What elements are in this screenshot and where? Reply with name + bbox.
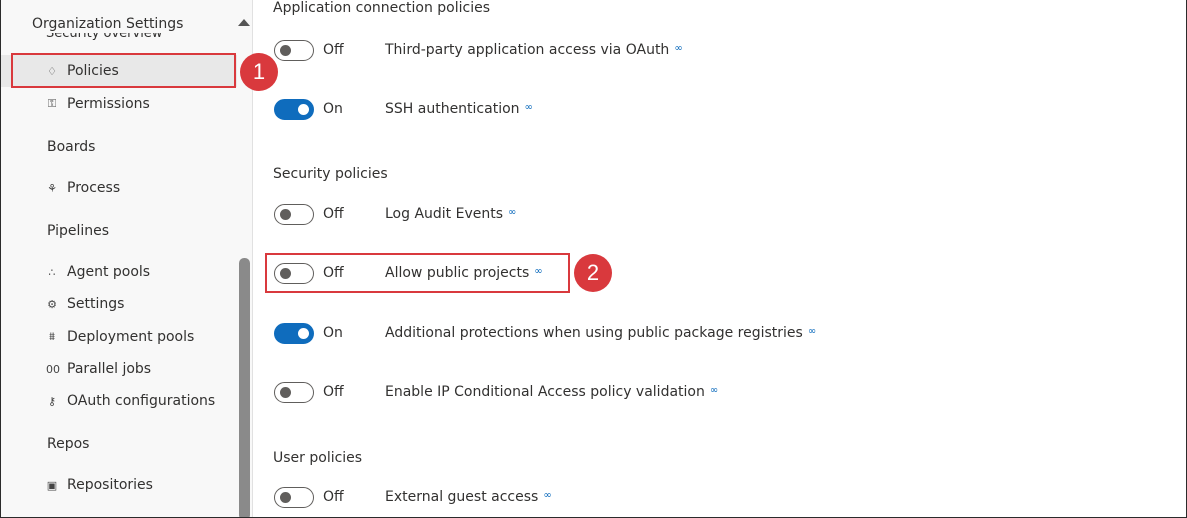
agent-pools-icon: ∴	[48, 265, 56, 279]
policy-label: External guest access	[385, 489, 539, 505]
toggle-state: On	[323, 101, 343, 117]
toggle-state: Off	[323, 206, 344, 222]
toggle-knob	[280, 44, 291, 56]
sidebar-item-process[interactable]: ⚘ Process	[1, 172, 237, 204]
sidebar-title: Organization Settings	[32, 16, 184, 32]
link-icon[interactable]: ∞	[543, 490, 551, 501]
section-repos: Repos	[47, 436, 90, 452]
toggle-state: Off	[323, 384, 344, 400]
sidebar-item-security-overview[interactable]: Security overview	[46, 33, 196, 47]
section-user-policies: User policies	[273, 450, 363, 466]
toggle-knob	[280, 208, 291, 220]
sidebar-item-oauth-configurations[interactable]: ⚷ OAuth configurations	[1, 385, 237, 417]
callout-badge-1: 1	[240, 53, 278, 91]
callout-badge-2: 2	[574, 254, 612, 292]
policy-row-public-package-registries: On Additional protections when using pub…	[274, 321, 874, 345]
sidebar-item-settings[interactable]: ⚙ Settings	[1, 288, 237, 320]
sidebar-item-label: Agent pools	[67, 264, 151, 280]
sidebar-item-parallel-jobs[interactable]: 00 Parallel jobs	[1, 353, 237, 385]
toggle-knob	[298, 103, 309, 115]
sidebar-item-label: Deployment pools	[67, 329, 195, 345]
section-security-policies: Security policies	[273, 166, 388, 182]
process-icon: ⚘	[47, 181, 57, 195]
toggle-ssh-authentication[interactable]	[274, 98, 314, 120]
toggle-third-party-oauth[interactable]	[274, 39, 314, 61]
toggle-log-audit-events[interactable]	[274, 203, 314, 225]
toggle-knob	[280, 386, 291, 398]
policy-label: Additional protections when using public…	[385, 325, 803, 341]
sidebar-scrollbar[interactable]	[239, 258, 250, 517]
link-icon[interactable]: ∞	[710, 385, 718, 396]
collapse-arrow-icon[interactable]	[238, 19, 250, 26]
toggle-knob	[298, 327, 309, 339]
toggle-knob	[280, 491, 291, 503]
key-icon: ⚷	[47, 394, 57, 408]
sidebar-item-label: Process	[67, 180, 121, 196]
toggle-state: Off	[323, 42, 344, 58]
toggle-state: Off	[323, 489, 344, 505]
sidebar-item-label: Parallel jobs	[67, 361, 152, 377]
link-icon[interactable]: ∞	[674, 43, 682, 54]
lock-icon: ⚿	[47, 97, 57, 110]
callout-box-policies	[11, 53, 236, 88]
parallel-jobs-icon: 00	[46, 362, 60, 376]
deployment-pools-icon: ⩩	[49, 330, 55, 343]
toggle-state: On	[323, 325, 343, 341]
toggle-external-guest-access[interactable]	[274, 486, 314, 508]
policy-row-ssh-authentication: On SSH authentication ∞	[274, 97, 874, 121]
policy-row-external-guest-access: Off External guest access ∞	[274, 485, 874, 509]
sidebar-item-deployment-pools[interactable]: ⩩ Deployment pools	[1, 321, 237, 353]
toggle-ip-conditional-access[interactable]	[274, 381, 314, 403]
policy-row-log-audit-events: Off Log Audit Events ∞	[274, 202, 874, 226]
policy-label: Enable IP Conditional Access policy vali…	[385, 384, 705, 400]
sidebar-item-label: OAuth configurations	[67, 393, 216, 409]
sidebar-item-permissions[interactable]: ⚿ Permissions	[1, 88, 237, 120]
sidebar-item-repositories[interactable]: ▣ Repositories	[1, 469, 237, 501]
section-pipelines: Pipelines	[47, 223, 110, 239]
link-icon[interactable]: ∞	[508, 207, 516, 218]
section-boards: Boards	[47, 139, 96, 155]
gear-icon: ⚙	[47, 297, 57, 311]
policy-label: Third-party application access via OAuth	[385, 42, 670, 58]
sidebar-item-label: Repositories	[67, 477, 153, 493]
sidebar-item-label: Permissions	[67, 96, 150, 112]
link-icon[interactable]: ∞	[808, 326, 816, 337]
repository-icon: ▣	[46, 478, 58, 492]
sidebar-item-agent-pools[interactable]: ∴ Agent pools	[1, 256, 237, 288]
callout-box-allow-public-projects	[265, 253, 570, 293]
policy-label: SSH authentication	[385, 101, 520, 117]
toggle-public-package-registries[interactable]	[274, 322, 314, 344]
sidebar-item-label: Settings	[67, 296, 125, 312]
link-icon[interactable]: ∞	[525, 102, 533, 113]
policy-row-third-party-oauth: Off Third-party application access via O…	[274, 38, 874, 62]
section-application-connection-policies: Application connection policies	[273, 1, 490, 16]
policy-row-ip-conditional-access: Off Enable IP Conditional Access policy …	[274, 380, 874, 404]
policy-label: Log Audit Events	[385, 206, 504, 222]
